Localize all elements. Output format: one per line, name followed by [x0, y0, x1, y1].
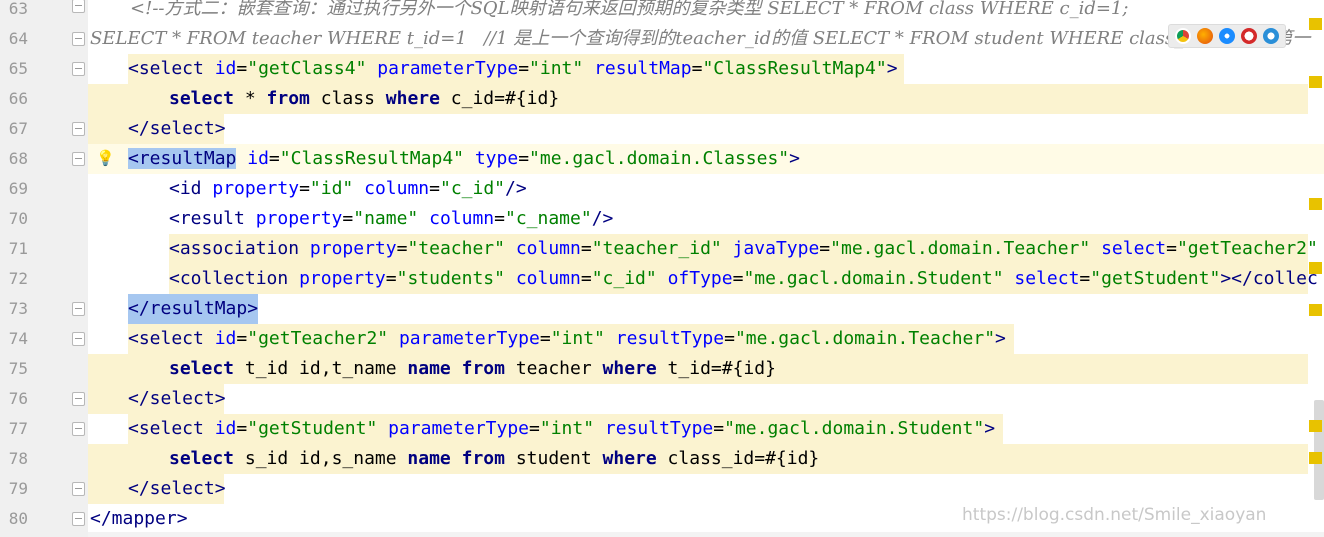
line-number: 63: [8, 0, 28, 18]
safari-icon[interactable]: [1219, 28, 1235, 44]
fold-icon[interactable]: [72, 482, 85, 496]
comment-text: SELECT * FROM teacher WHERE t_id=1 //1 是…: [90, 28, 1311, 49]
marker[interactable]: [1309, 262, 1322, 274]
code-line[interactable]: 69 <id property="id" column="c_id"/>: [0, 174, 1324, 204]
fold-icon[interactable]: [72, 152, 85, 166]
fold-icon[interactable]: [72, 0, 85, 13]
line-number: 67: [8, 119, 28, 138]
opera-icon[interactable]: [1241, 28, 1257, 44]
code-line[interactable]: 63 <!--方式二：嵌套查询：通过执行另外一个SQL映射语句来返回预期的复杂类…: [0, 0, 1324, 24]
marker[interactable]: [1309, 76, 1322, 88]
browser-preview-toolbar: [1168, 24, 1286, 48]
marker[interactable]: [1309, 198, 1322, 210]
code-text: </resultMap>: [128, 294, 259, 324]
line-number: 77: [8, 419, 28, 438]
code-text: <select id="getClass4" parameterType="in…: [128, 58, 898, 79]
code-text: </select>: [128, 388, 226, 409]
line-number: 73: [8, 299, 28, 318]
code-line-current[interactable]: 68 💡 <resultMap id="ClassResultMap4" typ…: [0, 144, 1324, 174]
code-line[interactable]: 66 select * from class where c_id=#{id}: [0, 84, 1324, 114]
code-text: <select id="getTeacher2" parameterType="…: [128, 328, 1006, 349]
line-number: 76: [8, 389, 28, 408]
code-line[interactable]: 72 <collection property="students" colum…: [0, 264, 1324, 294]
sql-text: select * from class where c_id=#{id}: [169, 88, 560, 109]
code-text: <id property="id" column="c_id"/>: [169, 178, 527, 199]
marker[interactable]: [1309, 420, 1322, 432]
fold-icon[interactable]: [72, 332, 85, 346]
sql-text: select t_id id,t_name name from teacher …: [169, 358, 776, 379]
code-line[interactable]: 74 <select id="getTeacher2" parameterTyp…: [0, 324, 1324, 354]
code-line[interactable]: 75 select t_id id,t_name name from teach…: [0, 354, 1324, 384]
line-number: 70: [8, 209, 28, 228]
fold-icon[interactable]: [72, 422, 85, 436]
line-number: 80: [8, 509, 28, 528]
code-text: <association property="teacher" column="…: [169, 238, 1318, 259]
code-line[interactable]: 78 select s_id id,s_name name from stude…: [0, 444, 1324, 474]
code-text: </mapper>: [90, 508, 188, 529]
bottom-band: [88, 532, 1324, 537]
line-number: 66: [8, 89, 28, 108]
code-line[interactable]: 76 </select>: [0, 384, 1324, 414]
scrollbar-thumb[interactable]: [1314, 400, 1324, 500]
code-editor[interactable]: 63 <!--方式二：嵌套查询：通过执行另外一个SQL映射语句来返回预期的复杂类…: [0, 0, 1324, 537]
fold-icon[interactable]: [72, 32, 85, 46]
ie-icon[interactable]: [1263, 28, 1279, 44]
code-line[interactable]: 67 </select>: [0, 114, 1324, 144]
code-text: <select id="getStudent" parameterType="i…: [128, 418, 996, 439]
code-line[interactable]: 65 <select id="getClass4" parameterType=…: [0, 54, 1324, 84]
code-text: <resultMap id="ClassResultMap4" type="me…: [128, 148, 800, 169]
comment-text: <!--方式二：嵌套查询：通过执行另外一个SQL映射语句来返回预期的复杂类型 S…: [130, 0, 1129, 19]
line-number: 68: [8, 149, 28, 168]
lightbulb-icon[interactable]: 💡: [96, 149, 115, 167]
chrome-icon[interactable]: [1175, 28, 1191, 44]
marker[interactable]: [1309, 18, 1322, 30]
code-text: <result property="name" column="c_name"/…: [169, 208, 614, 229]
marker[interactable]: [1309, 304, 1322, 316]
fold-icon[interactable]: [72, 302, 85, 316]
code-line[interactable]: 77 <select id="getStudent" parameterType…: [0, 414, 1324, 444]
line-number: 69: [8, 179, 28, 198]
line-number: 72: [8, 269, 28, 288]
code-text: </select>: [128, 118, 226, 139]
line-number: 64: [8, 29, 28, 48]
error-stripe[interactable]: [1306, 0, 1324, 537]
firefox-icon[interactable]: [1197, 28, 1213, 44]
line-number: 78: [8, 449, 28, 468]
line-number: 79: [8, 479, 28, 498]
line-number: 65: [8, 59, 28, 78]
code-line[interactable]: 64 SELECT * FROM teacher WHERE t_id=1 //…: [0, 24, 1324, 54]
code-line[interactable]: 79 </select>: [0, 474, 1324, 504]
line-number: 71: [8, 239, 28, 258]
fold-icon[interactable]: [72, 122, 85, 136]
code-line[interactable]: 73 </resultMap>: [0, 294, 1324, 324]
line-number: 75: [8, 359, 28, 378]
code-text: <collection property="students" column="…: [169, 268, 1318, 289]
code-line[interactable]: 70 <result property="name" column="c_nam…: [0, 204, 1324, 234]
watermark-text: https://blog.csdn.net/Smile_xiaoyan: [962, 505, 1267, 525]
sql-text: select s_id id,s_name name from student …: [169, 448, 820, 469]
fold-icon[interactable]: [72, 62, 85, 76]
fold-icon[interactable]: [72, 512, 85, 526]
code-line[interactable]: 71 <association property="teacher" colum…: [0, 234, 1324, 264]
line-number: 74: [8, 329, 28, 348]
fold-icon[interactable]: [72, 392, 85, 406]
marker[interactable]: [1309, 452, 1322, 464]
code-text: </select>: [128, 478, 226, 499]
